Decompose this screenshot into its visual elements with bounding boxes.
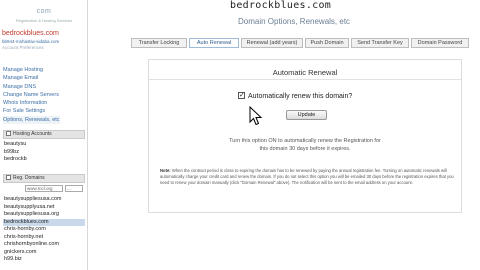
info-text-line-1: Turn this option ON to automatically ren… xyxy=(229,138,381,144)
page-title: Domain Options, Renewals, etc xyxy=(238,17,351,26)
collapse-toggle-icon[interactable] xyxy=(6,131,11,136)
domains-header[interactable]: Reg. Domains xyxy=(3,174,85,183)
domain-item[interactable]: chrishornbyonline.com xyxy=(3,241,85,249)
domain-filter-row: www.mcl.org ... xyxy=(3,185,85,193)
hosting-account-item[interactable]: beautysu xyxy=(3,141,85,149)
header-domain: bedrockblues.com xyxy=(230,0,332,11)
tab-domain-password[interactable]: Domain Password xyxy=(411,38,469,48)
tab-transfer-locking[interactable]: Transfer Locking xyxy=(131,38,187,48)
domains-list: beautysuppliesusa.com beautysupplyusa.ne… xyxy=(3,196,85,264)
domain-item[interactable]: chris-hornby.net xyxy=(3,234,85,242)
renewal-note: Note: When the contract period is close … xyxy=(160,168,454,186)
domain-item[interactable]: gnickers.com xyxy=(3,249,85,257)
hosting-accounts-header[interactable]: Hosting Accounts xyxy=(3,130,85,139)
domain-filter-input[interactable]: www.mcl.org xyxy=(25,185,63,192)
logo-word: com xyxy=(36,8,52,15)
mouse-pointer-icon xyxy=(249,106,263,126)
domains-title: Reg. Domains xyxy=(13,175,45,181)
card-title: Automatic Renewal xyxy=(272,68,338,77)
tab-push-domain[interactable]: Push Domain xyxy=(305,38,349,48)
hosting-accounts-list: beautysu b99bz bedrockb xyxy=(3,141,85,164)
account-email[interactable]: bb944-mshastiw-sidaba.com xyxy=(2,39,59,44)
tab-auto-renewal[interactable]: Auto Renewal xyxy=(189,38,239,48)
account-preferences-link[interactable]: Account Preferences xyxy=(2,45,44,50)
domain-filter-select[interactable]: ... xyxy=(65,185,83,192)
menu-whois-information[interactable]: Whois Information xyxy=(3,99,60,107)
menu-options-renewals[interactable]: Options, Renewals, etc xyxy=(3,115,60,125)
side-menu: Manage Hosting Manage Email Manage DNS C… xyxy=(3,66,60,125)
auto-renew-row: Automatically renew this domain? xyxy=(238,91,352,100)
domain-item[interactable]: h99.biz xyxy=(3,256,85,264)
collapse-toggle-icon[interactable] xyxy=(6,175,11,180)
domain-item[interactable]: beautysuppliesusa.org xyxy=(3,211,85,219)
account-name: bedrockblues.com xyxy=(2,30,59,37)
auto-renewal-card: Automatic Renewal Automatically renew th… xyxy=(148,59,462,213)
tab-send-transfer-key[interactable]: Send Transfer Key xyxy=(351,38,409,48)
info-text-line-2: this domain 30 days before it expires. xyxy=(259,146,351,152)
hosting-account-item[interactable]: bedrockb xyxy=(3,156,85,164)
hosting-account-item[interactable]: b99bz xyxy=(3,149,85,157)
menu-change-name-servers[interactable]: Change Name Servers xyxy=(3,91,60,99)
domain-item[interactable]: beautysupplyusa.net xyxy=(3,204,85,212)
domain-item[interactable]: beautysuppliesusa.com xyxy=(3,196,85,204)
auto-renew-checkbox[interactable] xyxy=(238,91,245,99)
menu-manage-dns[interactable]: Manage DNS xyxy=(3,83,60,91)
sidebar: com Registration & Hosting Services bedr… xyxy=(0,0,88,270)
tab-bar: Transfer Locking Auto Renewal Renewal (a… xyxy=(131,38,469,48)
logo-tagline: Registration & Hosting Services xyxy=(15,18,73,23)
auto-renew-label[interactable]: Automatically renew this domain? xyxy=(248,93,352,100)
menu-manage-email[interactable]: Manage Email xyxy=(3,74,60,82)
note-label: Note: xyxy=(160,168,171,173)
tab-renewal-add-years[interactable]: Renewal (add years) xyxy=(241,38,303,48)
brand-logo[interactable]: com Registration & Hosting Services xyxy=(6,0,82,23)
card-divider xyxy=(149,79,461,80)
menu-for-sale-settings[interactable]: For Sale Settings xyxy=(3,107,60,115)
domain-item[interactable]: chris-hornby.com xyxy=(3,226,85,234)
domain-item-selected[interactable]: bedrockblues.com xyxy=(3,218,85,226)
menu-manage-hosting[interactable]: Manage Hosting xyxy=(3,66,60,74)
hosting-accounts-title: Hosting Accounts xyxy=(13,131,52,137)
note-text: When the contract period is close to exp… xyxy=(160,168,454,185)
update-button[interactable]: Update xyxy=(286,110,327,120)
